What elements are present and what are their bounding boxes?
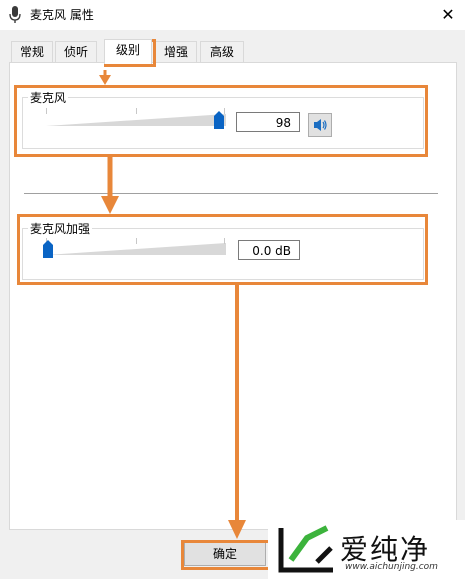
tab-enhancements[interactable]: 增强 xyxy=(155,41,197,63)
highlight-microphone-group xyxy=(14,85,428,157)
tab-general[interactable]: 常规 xyxy=(11,41,53,63)
watermark-logo xyxy=(278,525,333,573)
separator xyxy=(24,193,438,194)
close-button[interactable]: ✕ xyxy=(436,4,460,26)
tab-levels[interactable]: 级别 xyxy=(104,39,152,64)
watermark-url: www.aichunjing.com xyxy=(345,562,438,572)
microphone-icon xyxy=(9,6,21,23)
highlight-ok-button xyxy=(181,540,271,570)
window-title: 麦克风 属性 xyxy=(30,8,94,22)
tab-advanced[interactable]: 高级 xyxy=(200,41,244,63)
tab-listen[interactable]: 侦听 xyxy=(55,41,97,63)
highlight-boost-group xyxy=(17,214,428,285)
